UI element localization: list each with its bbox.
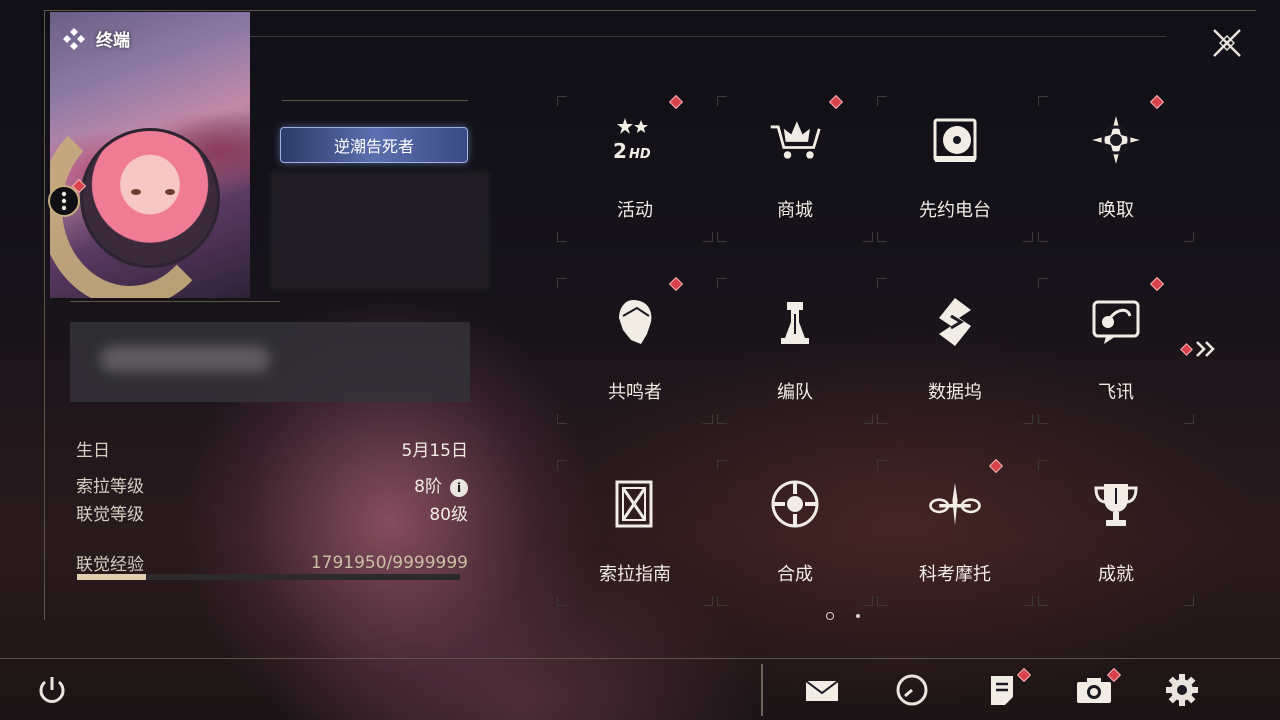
bottom-separator — [761, 664, 763, 716]
bottom-bar-line — [0, 658, 1280, 659]
frame-line-inner — [246, 36, 1166, 37]
obscured-player-info — [270, 172, 490, 290]
trophy-icon — [1088, 476, 1144, 532]
close-button[interactable] — [1198, 14, 1256, 72]
menu-item-4[interactable]: 共鸣者 — [555, 276, 715, 426]
menu-item-8[interactable]: 索拉指南 — [555, 458, 715, 608]
chess-team-icon — [767, 294, 823, 350]
menu-item-label: 飞讯 — [1098, 382, 1134, 403]
stat-value-wrap: 8阶 i — [414, 472, 468, 497]
shop-crown-cart-icon — [767, 112, 823, 168]
camera-icon — [1077, 678, 1111, 703]
avatar-eye — [165, 189, 175, 195]
motorcycle-icon — [927, 476, 983, 532]
stat-value: 1791950/9999999 — [310, 552, 468, 573]
stat-label: 联觉经验 — [76, 555, 144, 575]
menu-item-9[interactable]: 合成 — [715, 458, 875, 608]
next-page-badge-icon — [1180, 342, 1193, 356]
chat-message-icon — [1088, 294, 1144, 350]
page-indicator — [826, 612, 860, 620]
menu-item-1[interactable]: 商城 — [715, 94, 875, 244]
power-button[interactable] — [30, 668, 74, 712]
menu-item-label: 唤取 — [1098, 200, 1134, 221]
player-title-badge[interactable]: 逆潮告死者 — [280, 127, 468, 163]
stat-value: 5月15日 — [401, 441, 468, 461]
profile-more-button[interactable] — [48, 185, 80, 217]
menu-item-label: 活动 — [617, 200, 653, 221]
svg-text:2: 2 — [613, 139, 627, 163]
stat-row-union-exp: 联觉经验 1791950/9999999 — [76, 550, 468, 576]
double-chevron-right-icon — [1196, 341, 1215, 357]
settings-button[interactable] — [1160, 668, 1204, 712]
new-badge-icon — [668, 276, 684, 292]
mail-button[interactable] — [800, 668, 844, 712]
menu-item-label: 索拉指南 — [599, 564, 671, 585]
resonator-head-icon — [607, 294, 663, 350]
time-button[interactable] — [890, 668, 934, 712]
menu-item-label: 成就 — [1098, 564, 1134, 585]
synthesis-circle-icon — [767, 476, 823, 532]
menu-item-10[interactable]: 科考摩托 — [875, 458, 1035, 608]
terminal-title-text: 终端 — [96, 31, 130, 51]
event-2hd-icon: 2 HD — [607, 112, 663, 168]
guide-book-icon — [607, 476, 663, 532]
obscured-signature — [70, 322, 470, 402]
more-dots-icon — [61, 191, 67, 211]
power-icon — [39, 677, 65, 703]
menu-item-label: 数据坞 — [928, 382, 982, 403]
menu-item-label: 科考摩托 — [919, 564, 991, 585]
menu-item-3[interactable]: 唤取 — [1036, 94, 1196, 244]
menu-item-label: 合成 — [777, 564, 813, 585]
settings-gear-icon — [1166, 674, 1198, 706]
page-dot[interactable] — [856, 614, 860, 618]
frame-line-left — [44, 10, 45, 620]
stat-label: 联觉等级 — [76, 505, 144, 525]
frame-line-top — [44, 10, 1256, 11]
exp-progress-bar — [77, 574, 460, 580]
next-page-button[interactable] — [1180, 340, 1217, 358]
data-dock-icon — [927, 294, 983, 350]
terminal-title: 终端 — [62, 26, 130, 51]
menu-item-5[interactable]: 编队 — [715, 276, 875, 426]
exp-progress-fill — [77, 574, 146, 580]
new-badge-icon — [988, 458, 1004, 474]
svg-text:HD: HD — [629, 147, 651, 162]
info-icon[interactable]: i — [450, 479, 468, 497]
menu-item-0[interactable]: 2 HD 活动 — [555, 94, 715, 244]
menu-item-label: 编队 — [777, 382, 813, 403]
menu-item-2[interactable]: 先约电台 — [875, 94, 1035, 244]
menu-item-label: 共鸣者 — [608, 382, 662, 403]
stat-row-union-level: 联觉等级 80级 — [76, 500, 468, 525]
divider — [282, 100, 468, 101]
stat-value: 8阶 — [414, 477, 442, 497]
new-badge-icon — [828, 94, 844, 110]
avatar-eye — [131, 189, 141, 195]
new-badge-icon — [1149, 276, 1165, 292]
mail-icon — [805, 680, 839, 701]
stat-label: 生日 — [76, 441, 110, 461]
divider — [70, 301, 280, 302]
compass-star-icon — [1088, 112, 1144, 168]
player-title-text: 逆潮告死者 — [333, 137, 414, 156]
stat-label: 索拉等级 — [76, 477, 144, 497]
menu-item-7[interactable]: 飞讯 — [1036, 276, 1196, 426]
new-badge-icon — [668, 94, 684, 110]
menu-item-11[interactable]: 成就 — [1036, 458, 1196, 608]
new-badge-icon — [1149, 94, 1165, 110]
radio-record-icon — [927, 112, 983, 168]
page-dot-active[interactable] — [826, 612, 834, 620]
stat-value: 80级 — [429, 505, 468, 525]
clock-icon — [896, 674, 928, 706]
stat-row-sola-level: 索拉等级 8阶 i — [76, 472, 468, 497]
avatar[interactable] — [80, 128, 220, 268]
notes-icon — [991, 676, 1013, 705]
diamond-cluster-icon — [63, 27, 85, 50]
menu-item-6[interactable]: 数据坞 — [875, 276, 1035, 426]
menu-item-label: 商城 — [777, 200, 813, 221]
menu-item-label: 先约电台 — [919, 200, 991, 221]
stat-row-birthday: 生日 5月15日 — [76, 436, 468, 461]
close-icon — [1213, 29, 1241, 57]
